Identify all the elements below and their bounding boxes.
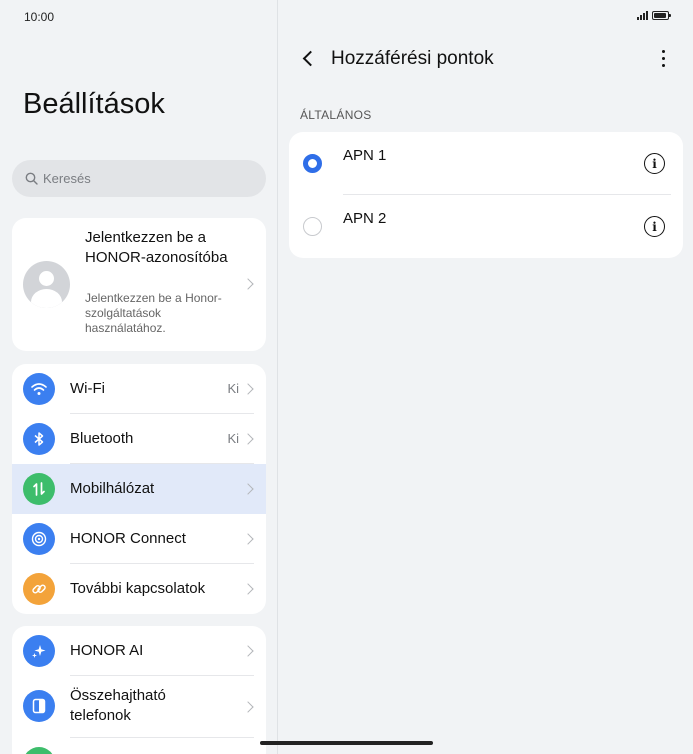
- radio-unselected[interactable]: [303, 217, 322, 236]
- account-title: Jelentkezzen be a HONOR-azonosítóba: [85, 229, 228, 266]
- more-options-icon[interactable]: [662, 50, 665, 67]
- foldable-icon: [23, 690, 55, 722]
- sidebar-item-wifi[interactable]: Wi-Fi Ki: [12, 364, 266, 414]
- status-value: Ki: [227, 431, 239, 446]
- sidebar-item-label: Összehajtható telefonok: [70, 687, 166, 724]
- info-icon[interactable]: i: [644, 216, 665, 237]
- chevron-right-icon: [242, 533, 254, 545]
- search-icon: [25, 172, 38, 185]
- home-indicator[interactable]: [260, 741, 433, 745]
- sidebar-item-bluetooth[interactable]: Bluetooth Ki: [12, 414, 266, 464]
- sidebar-item-honor-ai[interactable]: HONOR AI: [12, 626, 266, 676]
- chevron-right-icon: [242, 383, 254, 395]
- chevron-right-icon: [242, 583, 254, 595]
- sidebar-item-mobile-network[interactable]: Mobilhálózat: [12, 464, 266, 514]
- mobile-network-icon: [23, 473, 55, 505]
- settings-sidebar: 10:00 Beállítások Keresés Jelentkezzen b…: [0, 0, 277, 754]
- status-time: 10:00: [24, 10, 55, 24]
- link-icon: [23, 573, 55, 605]
- battery-icon: [652, 11, 671, 20]
- apn-item[interactable]: APN 1 i: [289, 132, 683, 195]
- chevron-right-icon: [242, 701, 254, 713]
- account-subtitle: Jelentkezzen be a Honor-szolgáltatások h…: [85, 291, 222, 335]
- section-header: ÁLTALÁNOS: [300, 108, 372, 122]
- status-value: Ki: [227, 381, 239, 396]
- bluetooth-icon: [23, 423, 55, 455]
- search-placeholder: Keresés: [43, 171, 91, 186]
- features-group: HONOR AI Összehajtható telefonok: [12, 626, 266, 754]
- signal-icon: [637, 11, 648, 20]
- chevron-right-icon: [242, 433, 254, 445]
- info-icon[interactable]: i: [644, 153, 665, 174]
- radio-selected[interactable]: [303, 154, 322, 173]
- honor-connect-icon: [23, 523, 55, 555]
- account-card[interactable]: Jelentkezzen be a HONOR-azonosítóba Jele…: [12, 218, 266, 351]
- sidebar-item-foldable[interactable]: Összehajtható telefonok: [12, 676, 266, 738]
- sidebar-item-label: HONOR AI: [70, 642, 144, 659]
- partial-icon: [23, 747, 55, 754]
- back-arrow-icon[interactable]: [302, 50, 319, 67]
- search-input[interactable]: Keresés: [12, 160, 266, 197]
- avatar: [23, 261, 70, 308]
- apn-label: APN 1: [343, 147, 387, 164]
- status-icons: [637, 11, 671, 20]
- sidebar-item-label: Wi-Fi: [70, 380, 105, 397]
- apn-label: APN 2: [343, 210, 387, 227]
- detail-title: Hozzáférési pontok: [331, 48, 494, 69]
- ai-sparkle-icon: [23, 635, 55, 667]
- connections-group: Wi-Fi Ki Bluetooth Ki Mobilhálózat HONOR…: [12, 364, 266, 614]
- page-title: Beállítások: [23, 88, 165, 120]
- detail-panel: Hozzáférési pontok ÁLTALÁNOS APN 1 i APN…: [278, 0, 693, 754]
- apn-item[interactable]: APN 2 i: [289, 195, 683, 258]
- sidebar-item-label: Mobilhálózat: [70, 480, 155, 497]
- chevron-right-icon: [242, 278, 254, 290]
- wifi-icon: [23, 373, 55, 405]
- sidebar-item-label: HONOR Connect: [70, 530, 186, 547]
- sidebar-item-label: További kapcsolatok: [70, 580, 206, 597]
- sidebar-item-label: Bluetooth: [70, 430, 134, 447]
- sidebar-item-honor-connect[interactable]: HONOR Connect: [12, 514, 266, 564]
- chevron-right-icon: [242, 645, 254, 657]
- sidebar-item-more-connections[interactable]: További kapcsolatok: [12, 564, 266, 614]
- chevron-right-icon: [242, 483, 254, 495]
- apn-list: APN 1 i APN 2 i: [289, 132, 683, 258]
- sidebar-item-partial[interactable]: [12, 738, 266, 754]
- detail-header: Hozzáférési pontok: [278, 44, 693, 76]
